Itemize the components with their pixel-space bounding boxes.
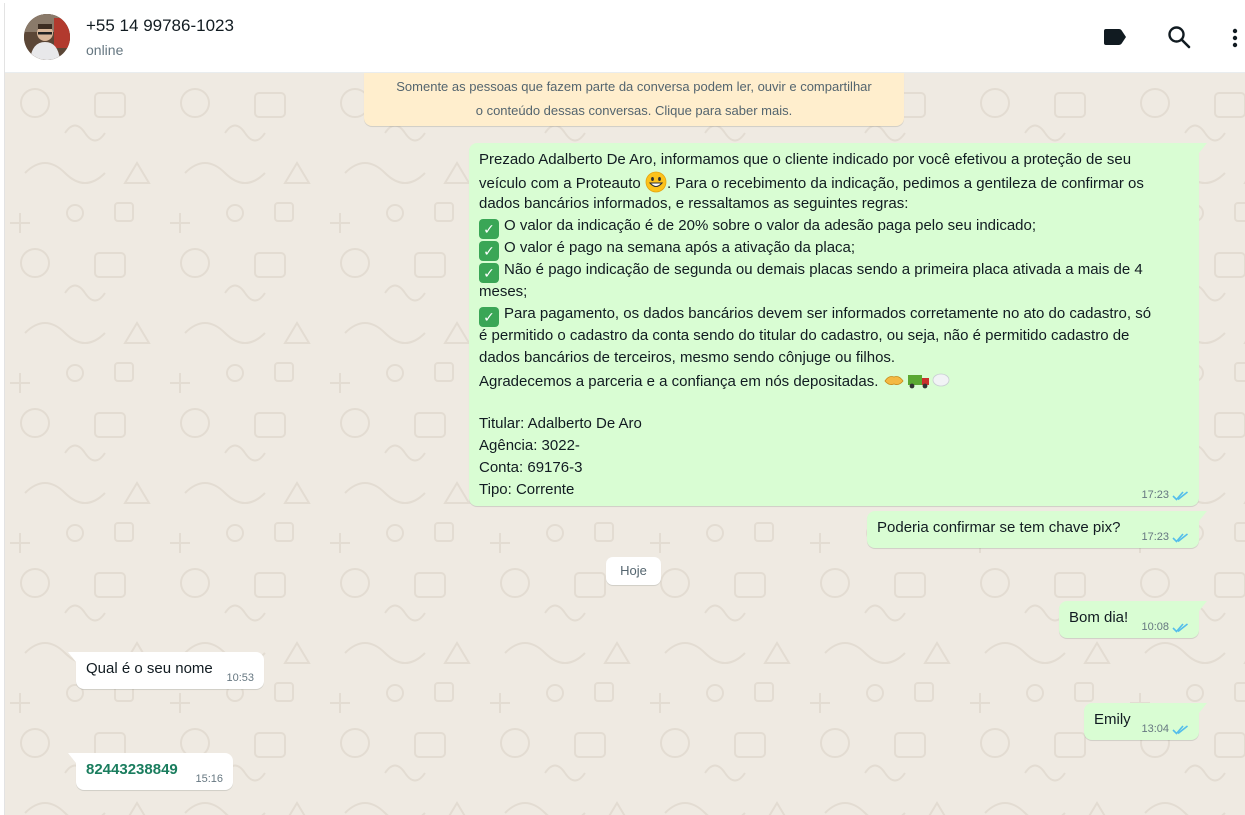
read-ticks-icon [1172, 724, 1188, 735]
read-ticks-icon [1172, 532, 1188, 543]
read-ticks-icon [1172, 622, 1188, 633]
message-time: 13:04 [1141, 723, 1169, 735]
message-line-empty [479, 391, 1189, 413]
incoming-message[interactable]: 82443238849 15:16 [68, 753, 233, 790]
message-meta: 10:53 [226, 672, 254, 684]
message-line: Conta: 69176-3 [479, 459, 583, 476]
message-line: dados bancários de terceiros, mesmo send… [479, 349, 896, 366]
check-mark-icon: ✓ [479, 263, 499, 283]
contact-avatar[interactable] [24, 14, 70, 60]
label-icon[interactable] [1101, 23, 1129, 51]
message-meta: 17:23 [1141, 489, 1189, 501]
message-text: O valor é pago na semana após a ativação… [504, 239, 856, 256]
message-text: veículo com a Proteauto [479, 175, 641, 192]
message-meta: 13:04 [1141, 723, 1189, 735]
outgoing-message[interactable]: Bom dia! 10:08 [1059, 601, 1207, 638]
notice-line-2: o conteúdo dessas conversas. Clique para… [475, 103, 793, 118]
check-mark-icon: ✓ [479, 241, 499, 261]
search-icon[interactable] [1165, 23, 1193, 51]
read-ticks-icon [1172, 490, 1188, 501]
message-line: Tipo: Corrente [479, 481, 575, 498]
message-meta: 15:16 [195, 773, 223, 785]
check-mark-icon: ✓ [479, 307, 499, 327]
message-line: Prezado Adalberto De Aro, informamos que… [479, 151, 1132, 168]
message-line: ✓ Para pagamento, os dados bancários deve… [479, 303, 1189, 327]
contact-status: online [86, 42, 124, 58]
grinning-face-icon [645, 171, 667, 193]
message-time: 10:08 [1141, 621, 1169, 633]
message-line: veículo com a Proteauto . Para o recebim… [479, 171, 1189, 193]
message-time: 10:53 [226, 672, 254, 684]
message-line: Agradecemos a parceria e a confiança em … [479, 369, 1189, 391]
chat-header: +55 14 99786-1023 online [5, 3, 1245, 73]
message-text: O valor da indicação é de 20% sobre o va… [504, 217, 1037, 234]
message-text: Para pagamento, os dados bancários devem… [504, 305, 1152, 322]
outgoing-message[interactable]: Prezado Adalberto De Aro, informamos que… [469, 143, 1207, 506]
message-text: Não é pago indicação de segunda ou demai… [504, 261, 1143, 278]
whatsapp-chat-window: +55 14 99786-1023 online Somente as pess… [4, 3, 1245, 815]
message-line: ✓ Não é pago indicação de segunda ou dema… [479, 259, 1189, 283]
incoming-message[interactable]: Qual é o seu nome 10:53 [68, 652, 264, 689]
message-line: ✓ O valor é pago na semana após a ativaçã… [479, 237, 1189, 261]
message-meta: 17:23 [1141, 531, 1189, 543]
check-mark-icon: ✓ [479, 219, 499, 239]
message-text: . Para o recebimento da indicação, pedim… [666, 175, 1144, 192]
outgoing-message[interactable]: Poderia confirmar se tem chave pix? 17:2… [867, 511, 1207, 548]
message-list[interactable]: Somente as pessoas que fazem parte da co… [5, 73, 1245, 815]
menu-icon[interactable] [1221, 23, 1241, 51]
handshake-truck-icon [884, 373, 949, 389]
message-time: 17:23 [1141, 489, 1169, 501]
contact-name[interactable]: +55 14 99786-1023 [86, 16, 234, 36]
message-line: é permitido o cadastro da conta sendo do… [479, 327, 1130, 344]
message-meta: 10:08 [1141, 621, 1189, 633]
message-text: Agradecemos a parceria e a confiança em … [479, 373, 879, 390]
notice-line-1: Somente as pessoas que fazem parte da co… [396, 79, 872, 94]
message-time: 17:23 [1141, 531, 1169, 543]
message-line: meses; [479, 283, 528, 300]
message-line: dados bancários informados, e ressaltamo… [479, 195, 909, 212]
message-time: 15:16 [195, 773, 223, 785]
encryption-notice[interactable]: Somente as pessoas que fazem parte da co… [364, 73, 904, 126]
message-line: Titular: Adalberto De Aro [479, 415, 642, 432]
date-divider: Hoje [606, 557, 661, 585]
message-line: ✓ O valor da indicação é de 20% sobre o v… [479, 215, 1189, 239]
message-line: Agência: 3022- [479, 437, 580, 454]
outgoing-message[interactable]: Emily 13:04 [1084, 703, 1207, 740]
